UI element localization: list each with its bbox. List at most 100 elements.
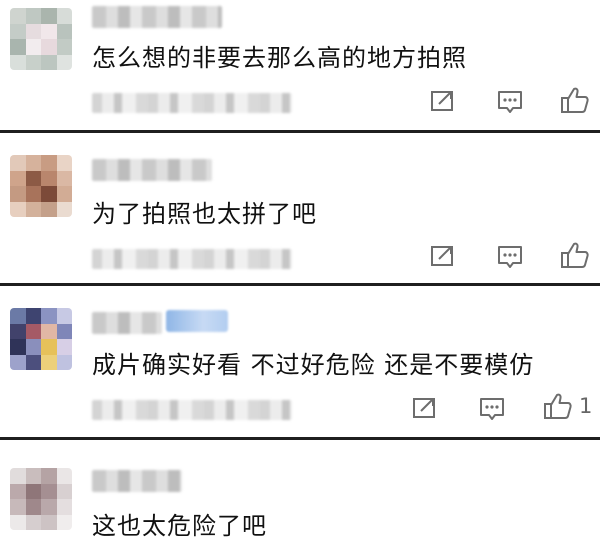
like-button[interactable] — [560, 86, 596, 114]
avatar-pixel — [25, 514, 41, 530]
avatar-pixel — [56, 23, 72, 39]
share-icon — [431, 91, 453, 111]
comment-text: 这也太危险了吧 — [92, 512, 267, 540]
avatar-pixel — [25, 499, 41, 515]
like-button[interactable] — [560, 241, 596, 269]
avatar-pixel — [41, 8, 57, 24]
avatar-pixel — [10, 499, 26, 515]
avatar-pixel — [56, 308, 72, 324]
avatar-pixel — [25, 483, 41, 499]
reply-icon — [480, 398, 504, 420]
avatar[interactable] — [10, 155, 72, 217]
avatar-pixel — [41, 499, 57, 515]
avatar-pixel — [56, 323, 72, 339]
username-blurred[interactable] — [92, 159, 212, 181]
share-button[interactable] — [412, 396, 438, 420]
reply-icon — [498, 246, 522, 268]
avatar-pixel — [41, 201, 57, 217]
avatar-pixel — [41, 354, 57, 370]
avatar-pixel — [41, 514, 57, 530]
avatar-pixel — [56, 170, 72, 186]
share-button[interactable] — [430, 89, 456, 113]
avatar-pixel — [25, 39, 41, 55]
avatar-pixel — [25, 8, 41, 24]
comment-item: 怎么想的非要去那么高的地方拍照 — [0, 0, 600, 130]
avatar-pixel — [56, 39, 72, 55]
avatar-pixel — [41, 54, 57, 70]
avatar-pixel — [56, 186, 72, 202]
avatar-pixel — [56, 8, 72, 24]
avatar-pixel — [25, 339, 41, 355]
comment-item: 成片确实好看 不过好危险 还是不要模仿 1 — [0, 286, 600, 437]
avatar-pixel — [56, 468, 72, 484]
avatar-pixel — [25, 308, 41, 324]
comment-item: 这也太危险了吧 — [0, 440, 600, 549]
avatar-pixel — [10, 514, 26, 530]
avatar-pixel — [10, 308, 26, 324]
comment-text: 为了拍照也太拼了吧 — [92, 200, 317, 228]
username-blurred[interactable] — [92, 470, 182, 492]
avatar-pixel — [56, 201, 72, 217]
user-badge-blurred — [166, 310, 228, 332]
comment-meta-blurred — [92, 249, 292, 269]
avatar-pixel — [10, 155, 26, 171]
avatar-pixel — [56, 339, 72, 355]
thumbs-up-icon — [561, 87, 589, 113]
comment-text: 成片确实好看 不过好危险 还是不要模仿 — [92, 351, 535, 379]
thumbs-up-icon — [544, 393, 572, 419]
avatar-pixel — [41, 23, 57, 39]
reply-button[interactable] — [478, 396, 506, 422]
comment-meta-blurred — [92, 400, 292, 420]
reply-icon — [498, 91, 522, 113]
avatar-pixel — [56, 499, 72, 515]
share-icon — [413, 398, 435, 418]
avatar-pixel — [10, 323, 26, 339]
username-blurred[interactable] — [92, 6, 222, 28]
avatar-pixel — [25, 468, 41, 484]
avatar-pixel — [25, 201, 41, 217]
avatar-pixel — [25, 54, 41, 70]
like-button[interactable]: 1 — [543, 392, 592, 420]
avatar-pixel — [10, 23, 26, 39]
avatar-pixel — [41, 339, 57, 355]
avatar-pixel — [41, 483, 57, 499]
comment-item: 为了拍照也太拼了吧 — [0, 133, 600, 283]
avatar-pixel — [25, 323, 41, 339]
avatar-pixel — [56, 483, 72, 499]
avatar-pixel — [41, 155, 57, 171]
avatar-pixel — [10, 170, 26, 186]
avatar-pixel — [25, 170, 41, 186]
avatar-pixel — [41, 39, 57, 55]
share-icon — [431, 246, 453, 266]
avatar-pixel — [10, 201, 26, 217]
like-count: 1 — [579, 394, 593, 418]
avatar-pixel — [10, 39, 26, 55]
avatar-pixel — [10, 354, 26, 370]
avatar-pixel — [56, 354, 72, 370]
avatar-pixel — [10, 468, 26, 484]
avatar-pixel — [41, 468, 57, 484]
avatar[interactable] — [10, 308, 72, 370]
avatar[interactable] — [10, 8, 72, 70]
avatar-pixel — [25, 354, 41, 370]
avatar-pixel — [56, 155, 72, 171]
reply-button[interactable] — [496, 89, 524, 115]
avatar-pixel — [25, 23, 41, 39]
avatar[interactable] — [10, 468, 72, 530]
avatar-pixel — [10, 186, 26, 202]
avatar-pixel — [56, 514, 72, 530]
username-blurred[interactable] — [92, 312, 162, 334]
avatar-pixel — [10, 8, 26, 24]
comment-text: 怎么想的非要去那么高的地方拍照 — [92, 44, 467, 72]
reply-button[interactable] — [496, 244, 524, 270]
avatar-pixel — [10, 483, 26, 499]
avatar-pixel — [25, 186, 41, 202]
avatar-pixel — [56, 54, 72, 70]
avatar-pixel — [41, 308, 57, 324]
avatar-pixel — [10, 54, 26, 70]
avatar-pixel — [25, 155, 41, 171]
avatar-pixel — [41, 170, 57, 186]
share-button[interactable] — [430, 244, 456, 268]
avatar-pixel — [10, 339, 26, 355]
avatar-pixel — [41, 323, 57, 339]
